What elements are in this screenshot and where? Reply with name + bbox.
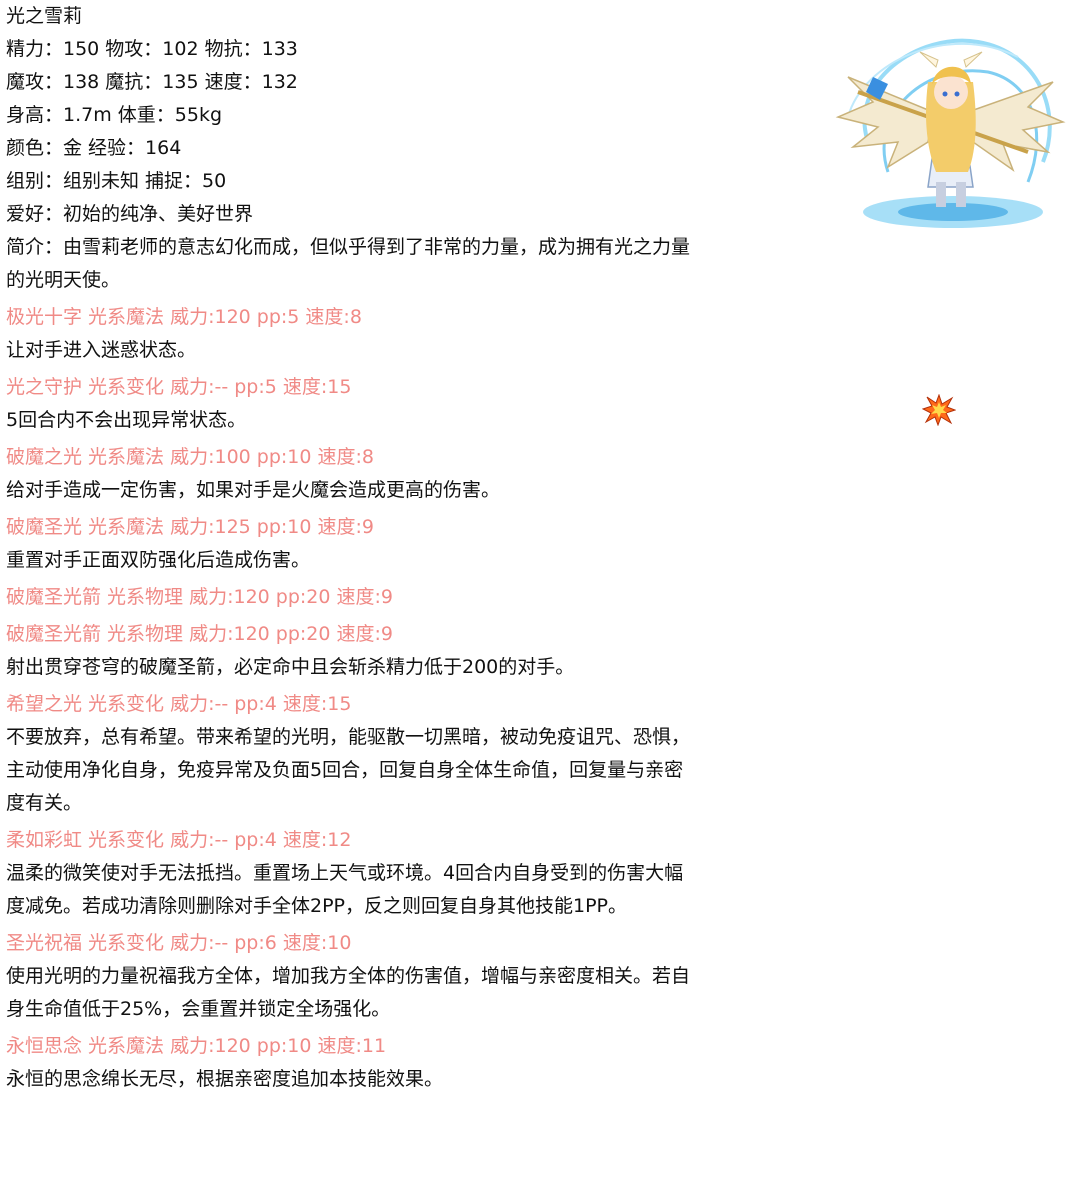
stats-line-4: 颜色：金 经验：164 bbox=[6, 137, 182, 159]
skill-description: 给对手造成一定伤害，如果对手是火魔会造成更高的伤害。 bbox=[6, 479, 501, 501]
stats-line-3: 身高：1.7m 体重：55kg bbox=[6, 104, 223, 126]
skill-header: 破魔圣光 光系魔法 威力:125 pp:10 速度:9 bbox=[6, 516, 375, 538]
skill-description: 不要放弃，总有希望。带来希望的光明，能驱散一切黑暗，被动免疫诅咒、恐惧，主动使用… bbox=[6, 726, 691, 814]
skill-description: 让对手进入迷惑状态。 bbox=[6, 339, 197, 361]
skill-header: 破魔圣光箭 光系物理 威力:120 pp:20 速度:9 bbox=[6, 586, 394, 608]
skill-description: 重置对手正面双防强化后造成伤害。 bbox=[6, 549, 311, 571]
skill-description: 射出贯穿苍穹的破魔圣箭，必定命中且会斩杀精力低于200的对手。 bbox=[6, 656, 575, 678]
skill-header: 柔如彩虹 光系变化 威力:-- pp:4 速度:12 bbox=[6, 829, 352, 851]
bio: 简介：由雪莉老师的意志幻化而成，但似乎得到了非常的力量，成为拥有光之力量的光明天… bbox=[6, 236, 691, 291]
skill-list: 极光十字 光系魔法 威力:120 pp:5 速度:8 让对手进入迷惑状态。 光之… bbox=[6, 301, 696, 1096]
skill-header: 破魔之光 光系魔法 威力:100 pp:10 速度:8 bbox=[6, 446, 375, 468]
angel-character-portrait bbox=[835, 38, 1066, 228]
hobby: 爱好：初始的纯净、美好世界 bbox=[6, 203, 254, 225]
skill-header: 圣光祝福 光系变化 威力:-- pp:6 速度:10 bbox=[6, 932, 352, 954]
skill-description: 使用光明的力量祝福我方全体，增加我方全体的伤害值，增幅与亲密度相关。若自身生命值… bbox=[6, 965, 691, 1020]
stats-line-1: 精力：150 物攻：102 物抗：133 bbox=[6, 38, 298, 60]
explosion-icon bbox=[922, 394, 956, 426]
stats-line-5: 组别：组别未知 捕捉：50 bbox=[6, 170, 227, 192]
pet-info: 光之雪莉 精力：150 物攻：102 物抗：133 魔攻：138 魔抗：135 … bbox=[6, 0, 696, 1096]
skill-header: 极光十字 光系魔法 威力:120 pp:5 速度:8 bbox=[6, 306, 362, 328]
skill-description: 5回合内不会出现异常状态。 bbox=[6, 409, 247, 431]
stats-line-2: 魔攻：138 魔抗：135 速度：132 bbox=[6, 71, 298, 93]
pet-name: 光之雪莉 bbox=[6, 5, 83, 27]
skill-header: 光之守护 光系变化 威力:-- pp:5 速度:15 bbox=[6, 376, 352, 398]
skill-header: 希望之光 光系变化 威力:-- pp:4 速度:15 bbox=[6, 693, 352, 715]
skill-description: 永恒的思念绵长无尽，根据亲密度追加本技能效果。 bbox=[6, 1068, 444, 1090]
skill-description: 温柔的微笑使对手无法抵挡。重置场上天气或环境。4回合内自身受到的伤害大幅度减免。… bbox=[6, 862, 684, 917]
skill-header: 永恒思念 光系魔法 威力:120 pp:10 速度:11 bbox=[6, 1035, 387, 1057]
skill-header: 破魔圣光箭 光系物理 威力:120 pp:20 速度:9 bbox=[6, 623, 394, 645]
